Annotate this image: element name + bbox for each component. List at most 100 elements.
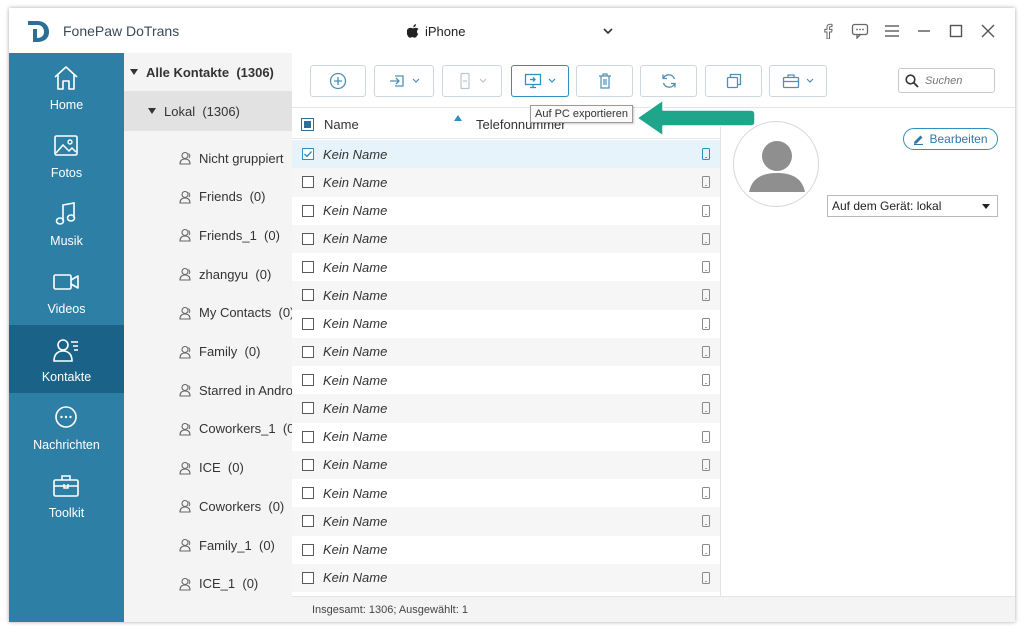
row-checkbox[interactable] [302, 176, 314, 189]
search-input[interactable] [925, 74, 987, 87]
row-checkbox[interactable] [302, 543, 314, 556]
row-checkbox[interactable] [302, 289, 314, 302]
apple-icon [407, 24, 419, 38]
nav-messages[interactable]: Nachrichten [9, 393, 124, 461]
group-item[interactable]: My Contacts (0) [179, 303, 292, 323]
table-row[interactable]: Kein Name [292, 394, 720, 423]
nav-contacts[interactable]: Kontakte [9, 325, 124, 393]
table-row[interactable]: Kein Name [292, 253, 720, 281]
phone-device-icon [702, 571, 710, 584]
row-checkbox[interactable] [302, 317, 314, 330]
row-checkbox[interactable] [302, 148, 314, 160]
group-item[interactable]: Coworkers_1 (0) [179, 419, 292, 439]
select-all-checkbox[interactable] [301, 118, 314, 131]
sort-asc-icon[interactable] [454, 115, 462, 121]
delete-button[interactable] [576, 65, 633, 97]
status-bar: Insgesamt: 1306; Ausgewählt: 1 [292, 596, 1015, 622]
refresh-button[interactable] [640, 65, 697, 97]
contact-name: Kein Name [323, 485, 388, 501]
nav-label: Nachrichten [33, 438, 100, 452]
table-row[interactable]: Kein Name [292, 168, 720, 197]
group-item[interactable]: Friends (0) [179, 187, 265, 207]
export-device-button[interactable] [442, 65, 502, 97]
group-item-label: Friends_1 [199, 227, 257, 243]
import-icon [390, 75, 404, 87]
user-group-icon [179, 422, 191, 436]
table-row[interactable]: Kein Name [292, 450, 720, 479]
nav-photos[interactable]: Fotos [9, 121, 124, 189]
group-item[interactable]: Family (0) [179, 342, 260, 362]
contact-detail-panel: Bearbeiten Auf dem Gerät: lokal [720, 109, 1015, 596]
user-group-icon [179, 384, 191, 397]
toolbox-button[interactable] [769, 65, 827, 97]
group-item-label: My Contacts [199, 305, 272, 321]
maximize-icon[interactable] [947, 22, 965, 40]
row-checkbox[interactable] [302, 571, 314, 584]
feedback-icon[interactable] [851, 22, 869, 40]
home-icon [54, 66, 78, 90]
close-icon[interactable] [979, 22, 997, 40]
table-row[interactable]: Kein Name [292, 310, 720, 338]
expand-triangle-icon [130, 69, 138, 75]
row-checkbox[interactable] [302, 204, 314, 217]
group-item-label: Family_1 [199, 537, 252, 553]
group-item[interactable]: Nicht gruppiert [179, 148, 291, 168]
group-item[interactable]: zhangyu (0) [179, 264, 271, 284]
add-contact-button[interactable] [310, 65, 366, 97]
import-button[interactable] [374, 65, 434, 97]
table-row[interactable]: Kein Name [292, 281, 720, 310]
export-pc-button[interactable] [511, 65, 569, 97]
group-item[interactable]: Starred in Andro [179, 380, 292, 400]
title-bar: FonePaw DoTrans iPhone [9, 8, 1015, 53]
duplicate-button[interactable] [705, 65, 762, 97]
table-row[interactable]: Kein Name [292, 224, 720, 253]
group-item-label: Starred in Andro [199, 382, 292, 398]
table-row[interactable]: Kein Name [292, 337, 720, 366]
table-row[interactable]: Kein Name [292, 536, 720, 564]
table-row[interactable]: Kein Name [292, 563, 720, 592]
row-checkbox[interactable] [302, 261, 314, 273]
group-all-contacts[interactable]: Alle Kontakte (1306) [124, 53, 292, 91]
table-row[interactable]: Kein Name [292, 140, 720, 169]
row-checkbox[interactable] [302, 430, 314, 443]
edit-button[interactable]: Bearbeiten [903, 128, 998, 150]
location-select[interactable]: Auf dem Gerät: lokal [827, 195, 998, 217]
minimize-icon[interactable] [915, 22, 933, 40]
row-checkbox[interactable] [302, 515, 314, 528]
toolbox-icon [782, 74, 800, 89]
phone-device-icon [702, 543, 710, 556]
group-item[interactable]: ICE (0) [179, 458, 244, 478]
table-row[interactable]: Kein Name [292, 366, 720, 394]
group-item[interactable]: ICE_1 (0) [179, 574, 258, 594]
row-checkbox[interactable] [302, 345, 314, 358]
column-name-header[interactable]: Name [324, 117, 359, 132]
group-item[interactable]: Friends_1 (0) [179, 225, 280, 245]
row-checkbox[interactable] [302, 232, 314, 245]
search-box[interactable] [898, 68, 995, 93]
table-row[interactable]: Kein Name [292, 197, 720, 225]
group-lokal[interactable]: Lokal (1306) [124, 91, 292, 131]
phone-device-icon [702, 515, 710, 528]
row-checkbox[interactable] [302, 402, 314, 415]
table-row[interactable]: Kein Name [292, 423, 720, 451]
nav-label: Kontakte [41, 370, 92, 384]
table-row[interactable]: Kein Name [292, 479, 720, 507]
nav-music[interactable]: Musik [9, 189, 124, 257]
row-checkbox[interactable] [302, 458, 314, 471]
group-item[interactable]: Coworkers (0) [179, 496, 284, 516]
device-selector[interactable]: iPhone [407, 20, 613, 42]
row-checkbox[interactable] [302, 487, 314, 499]
table-row[interactable]: Kein Name [292, 507, 720, 536]
nav-home[interactable]: Home [9, 53, 124, 121]
contact-name: Kein Name [323, 146, 388, 162]
nav-videos[interactable]: Videos [9, 257, 124, 325]
contact-name: Kein Name [323, 513, 388, 529]
facebook-icon[interactable] [819, 22, 837, 40]
photo-icon [54, 135, 78, 156]
menu-icon[interactable] [883, 22, 901, 40]
row-checkbox[interactable] [302, 374, 314, 386]
group-item[interactable]: Family_1 (0) [179, 535, 275, 555]
group-item-count: (0) [255, 266, 272, 282]
group-item-count: (0) [264, 227, 280, 243]
nav-toolkit[interactable]: Toolkit [9, 461, 124, 529]
